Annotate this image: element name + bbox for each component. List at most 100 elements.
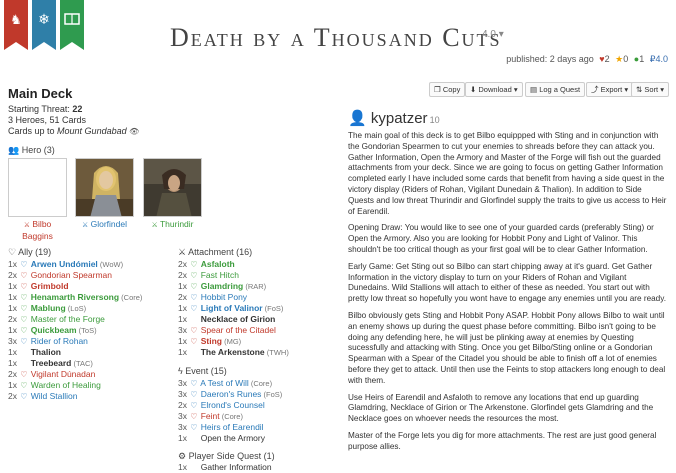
card-name[interactable]: Necklace of Girion bbox=[201, 314, 276, 324]
card-name[interactable]: Quickbeam bbox=[31, 325, 77, 335]
card-name[interactable]: Gather Information bbox=[201, 462, 272, 472]
card-name[interactable]: Open the Armory bbox=[201, 433, 265, 443]
hero-image-glorfindel[interactable] bbox=[75, 158, 134, 217]
card-row[interactable]: 2x ♡ Fast Hitch bbox=[178, 270, 289, 281]
card-name[interactable]: Sting bbox=[201, 336, 222, 346]
sort-button[interactable]: ⇅ Sort ▾ bbox=[631, 82, 670, 97]
hero-image-thurindir[interactable] bbox=[143, 158, 202, 217]
sphere-banner-red[interactable]: ♞ bbox=[4, 0, 28, 50]
published-text: published: 2 days ago bbox=[506, 54, 594, 64]
card-quantity: 1x bbox=[8, 303, 17, 313]
sphere-banner-blue[interactable]: ❄ bbox=[32, 0, 56, 50]
card-name[interactable]: Heirs of Earendil bbox=[201, 422, 264, 432]
people-icon: 👥 bbox=[8, 145, 20, 155]
author[interactable]: 👤 kypatzer 10 bbox=[348, 109, 440, 127]
card-row[interactable]: 1x The Arkenstone (TWH) bbox=[178, 347, 289, 358]
card-row[interactable]: 1x ♡ Warden of Healing bbox=[8, 380, 142, 391]
hero-name-thurindir[interactable]: ⚔ Thurindir bbox=[143, 219, 202, 231]
card-name[interactable]: Treebeard bbox=[31, 358, 72, 368]
card-quantity: 3x bbox=[178, 378, 187, 388]
card-row[interactable]: 1x ♡ Quickbeam (ToS) bbox=[8, 325, 142, 336]
card-row[interactable]: 1x Treebeard (TAC) bbox=[8, 358, 142, 369]
card-row[interactable]: 1x ♡ Henamarth Riversong (Core) bbox=[8, 292, 142, 303]
card-name[interactable]: Light of Valinor bbox=[201, 303, 263, 313]
card-quantity: 1x bbox=[8, 325, 17, 335]
card-row[interactable]: 1x Open the Armory bbox=[178, 433, 282, 444]
card-row[interactable]: 2x ♡ Master of the Forge bbox=[8, 314, 142, 325]
card-row[interactable]: 3x ♡ Heirs of Earendil bbox=[178, 422, 282, 433]
export-label: Export bbox=[600, 85, 623, 94]
card-row[interactable]: 1x ♡ Glamdring (RAR) bbox=[178, 281, 289, 292]
hero-image-bilbo[interactable] bbox=[8, 158, 67, 217]
card-name[interactable]: The Arkenstone bbox=[201, 347, 265, 357]
version-selector[interactable]: 4.0 ▾ bbox=[482, 29, 504, 40]
card-name[interactable]: Master of the Forge bbox=[31, 314, 105, 324]
publish-info: published: 2 days ago ♥2 ★0 ●1 ₽4.0 bbox=[506, 54, 668, 65]
copy-button[interactable]: ❐ Copy bbox=[429, 82, 466, 97]
card-row[interactable]: 1x Gather Information bbox=[178, 462, 272, 473]
card-row[interactable]: 2x ♡ Wild Stallion bbox=[8, 391, 142, 402]
hero-name-bilbo[interactable]: ⚔ Bilbo Baggins bbox=[8, 219, 67, 241]
card-name[interactable]: Wild Stallion bbox=[31, 391, 78, 401]
card-name[interactable]: Henamarth Riversong bbox=[31, 292, 119, 302]
card-row[interactable]: 1x ♡ Grimbold bbox=[8, 281, 142, 292]
card-name[interactable]: Hobbit Pony bbox=[201, 292, 247, 302]
card-row[interactable]: 1x ♡ Arwen Undómiel (WoW) bbox=[8, 259, 142, 270]
card-name[interactable]: Vigilant Dúnadan bbox=[31, 369, 96, 379]
sphere-icon: ⚔ bbox=[151, 222, 158, 229]
card-row[interactable]: 1x ♡ Sting (MG) bbox=[178, 336, 289, 347]
card-row[interactable]: 2x ♡ Hobbit Pony bbox=[178, 292, 289, 303]
card-name[interactable]: Elrond's Counsel bbox=[201, 400, 265, 410]
sphere-icon: ♡ bbox=[190, 304, 198, 313]
card-name[interactable]: Grimbold bbox=[31, 281, 69, 291]
card-row[interactable]: 2x ♡ Gondorian Spearman bbox=[8, 270, 142, 281]
card-quantity: 1x bbox=[178, 433, 187, 443]
sphere-icon: ♡ bbox=[190, 390, 198, 399]
log-quest-button[interactable]: ▤ Log a Quest bbox=[525, 82, 586, 97]
sphere-icon: ⚔ bbox=[81, 222, 89, 229]
card-row[interactable]: 3x ♡ Daeron's Runes (FoS) bbox=[178, 389, 282, 400]
card-name[interactable]: Mablung bbox=[31, 303, 66, 313]
card-row[interactable]: 2x ♡ Elrond's Counsel bbox=[178, 400, 282, 411]
card-row[interactable]: 1x ♡ Mablung (LoS) bbox=[8, 303, 142, 314]
eye-icon[interactable]: 👁 bbox=[129, 127, 139, 136]
export-button[interactable]: ⤴ Export ▾ bbox=[586, 82, 634, 97]
card-row[interactable]: 1x Thalion bbox=[8, 347, 142, 358]
sphere-banner-green[interactable] bbox=[60, 0, 84, 50]
card-name[interactable]: Gondorian Spearman bbox=[31, 270, 112, 280]
card-name[interactable]: Spear of the Citadel bbox=[201, 325, 276, 335]
card-row[interactable]: 1x ♡ Light of Valinor (FoS) bbox=[178, 303, 289, 314]
card-quantity: 1x bbox=[178, 336, 187, 346]
card-name[interactable]: Daeron's Runes bbox=[201, 389, 262, 399]
sphere-icon: ♡ bbox=[190, 401, 198, 410]
card-name[interactable]: Arwen Undómiel bbox=[31, 259, 98, 269]
card-row[interactable]: 2x ♡ Asfaloth bbox=[178, 259, 289, 270]
card-quantity: 1x bbox=[8, 358, 17, 368]
card-name[interactable]: Glamdring bbox=[201, 281, 244, 291]
download-button[interactable]: ⬇ Download ▾ bbox=[465, 82, 523, 97]
cards-up-to-label: Cards up to bbox=[8, 126, 55, 136]
card-row[interactable]: 3x ♡ Rider of Rohan bbox=[8, 336, 142, 347]
card-quantity: 1x bbox=[8, 281, 17, 291]
hero-name-glorfindel[interactable]: ⚔ Glorfindel bbox=[75, 219, 134, 231]
description-paragraph: Master of the Forge lets you dig for mor… bbox=[348, 430, 657, 451]
author-name[interactable]: kypatzer bbox=[371, 110, 428, 127]
card-name[interactable]: Asfaloth bbox=[201, 259, 235, 269]
side-quest-list: 1x Gather Information bbox=[178, 462, 272, 473]
sphere-icon: ♡ bbox=[20, 392, 28, 401]
sphere-icon: ♡ bbox=[20, 271, 28, 280]
card-row[interactable]: 3x ♡ A Test of Will (Core) bbox=[178, 378, 282, 389]
card-set: (LoS) bbox=[65, 304, 87, 313]
card-row[interactable]: 3x ♡ Feint (Core) bbox=[178, 411, 282, 422]
card-row[interactable]: 2x ♡ Vigilant Dúnadan bbox=[8, 369, 142, 380]
card-name[interactable]: A Test of Will bbox=[200, 378, 249, 388]
card-name[interactable]: Rider of Rohan bbox=[31, 336, 88, 346]
sphere-icon: ⚔ bbox=[23, 222, 30, 229]
card-row[interactable]: 3x ♡ Spear of the Citadel bbox=[178, 325, 289, 336]
card-name[interactable]: Feint bbox=[201, 411, 220, 421]
card-row[interactable]: 1x Necklace of Girion bbox=[178, 314, 289, 325]
card-name[interactable]: Fast Hitch bbox=[201, 270, 239, 280]
svg-text:♞: ♞ bbox=[10, 13, 22, 28]
card-name[interactable]: Warden of Healing bbox=[31, 380, 101, 390]
card-name[interactable]: Thalion bbox=[31, 347, 61, 357]
